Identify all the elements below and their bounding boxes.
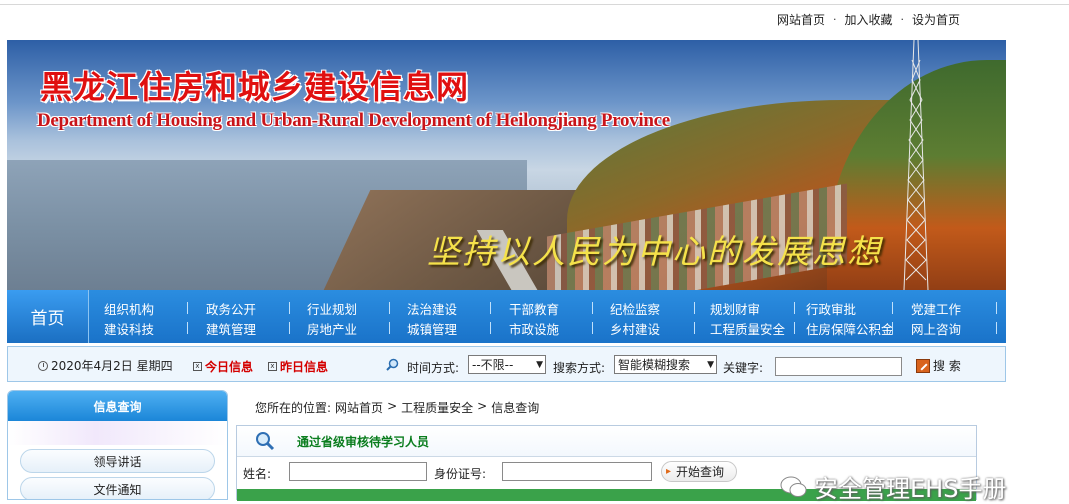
search-button[interactable]: 搜 索 (916, 357, 961, 374)
nav-item[interactable]: 政务公开 (206, 298, 256, 318)
nav-item[interactable]: 建设科技 (104, 318, 154, 338)
nav-item[interactable]: 行业规划 (307, 298, 357, 318)
search-mode-value: 智能模糊搜索 (618, 358, 691, 372)
search-button-label: 搜 索 (933, 359, 961, 373)
top-divider (0, 4, 1069, 5)
x-box-icon: x (193, 362, 202, 371)
name-label: 姓名: (243, 467, 272, 481)
nav-separator (187, 302, 188, 314)
nav-item[interactable]: 工程质量安全 (710, 318, 785, 338)
nav-separator (289, 302, 290, 314)
nav-item[interactable]: 党建工作 (911, 298, 961, 318)
panel-title: 通过省级审核待学习人员 (297, 434, 430, 449)
panel-header: 通过省级审核待学习人员 (237, 426, 976, 457)
nav-grid: 组织机构 政务公开 行业规划 法治建设 干部教育 纪检监察 规划财审 行政审批 党建工作建设科技… (89, 290, 1006, 343)
breadcrumb-home[interactable]: 网站首页 (335, 399, 383, 416)
nav-separator (694, 302, 695, 314)
x-box-icon: x (268, 362, 277, 371)
nav-item[interactable]: 行政审批 (806, 298, 856, 318)
nav-item[interactable]: 规划财审 (710, 298, 760, 318)
time-mode-label: 时间方式: (407, 361, 460, 375)
nav-separator (794, 322, 795, 334)
nav-separator (187, 322, 188, 334)
clock-icon (38, 360, 48, 371)
time-mode-value: --不限-- (472, 358, 514, 372)
nav-separator (892, 302, 893, 314)
nav-separator (389, 302, 390, 314)
sidebar-decoration (8, 421, 227, 445)
nav-item[interactable]: 市政设施 (509, 318, 559, 338)
magnifier-icon (256, 432, 275, 451)
nav-item[interactable]: 城镇管理 (407, 318, 457, 338)
sidebar-header: 信息查询 (8, 391, 227, 421)
link-set-homepage[interactable]: 设为首页 (912, 11, 960, 28)
nav-item[interactable]: 法治建设 (407, 298, 457, 318)
nav-item[interactable]: 建筑管理 (206, 318, 256, 338)
nav-item[interactable]: 组织机构 (104, 298, 154, 318)
sidebar-item-notices[interactable]: 文件通知 (20, 477, 215, 499)
search-mode-label: 搜索方式: (553, 361, 606, 375)
nav-home[interactable]: 首页 (7, 290, 89, 343)
wechat-icon (780, 476, 807, 497)
top-separator: · (833, 12, 837, 26)
nav-separator (794, 302, 795, 314)
info-search-bar: 2020年4月2日 星期四 x 今日信息 x 昨日信息 时间方式: --不限--… (7, 346, 1006, 382)
nav-separator (289, 322, 290, 334)
chevron-down-icon: ▼ (536, 360, 543, 370)
nav-separator (694, 322, 695, 334)
sidebar-info-query: 信息查询 领导讲话 文件通知 (7, 390, 228, 500)
nav-separator (592, 322, 593, 334)
keyword-input[interactable] (775, 357, 902, 376)
nav-item[interactable]: 乡村建设 (610, 318, 660, 338)
nav-separator (592, 302, 593, 314)
current-date: 2020年4月2日 星期四 (51, 359, 173, 373)
keyword-label: 关键字: (723, 361, 764, 375)
date-display: 2020年4月2日 星期四 (38, 357, 173, 374)
edit-pen-icon (916, 358, 930, 373)
search-mode-select[interactable]: 智能模糊搜索 ▼ (614, 355, 717, 374)
breadcrumb-current: 信息查询 (491, 401, 540, 415)
breadcrumb-sep: > (387, 399, 398, 413)
yesterday-info-link[interactable]: x 昨日信息 (268, 358, 328, 375)
nav-item[interactable]: 房地产业 (307, 318, 357, 338)
nav-separator (490, 302, 491, 314)
breadcrumb-prefix: 您所在的位置: (255, 401, 332, 415)
today-info-label: 今日信息 (205, 360, 254, 374)
site-title: 黑龙江住房和城乡建设信息网 (40, 68, 470, 106)
today-info-link[interactable]: x 今日信息 (193, 358, 253, 375)
nav-separator (996, 302, 997, 314)
nav-item[interactable]: 住房保障公积金 (806, 318, 894, 338)
radio-tower-icon (900, 40, 932, 290)
id-number-input[interactable] (502, 462, 652, 481)
top-separator: · (900, 12, 905, 26)
site-banner: 黑龙江住房和城乡建设信息网 Department of Housing and … (7, 40, 1006, 290)
name-input[interactable] (289, 462, 427, 481)
yesterday-info-label: 昨日信息 (280, 360, 329, 374)
chevron-down-icon: ▼ (707, 360, 714, 370)
nav-separator (996, 322, 997, 334)
search-icon (386, 358, 399, 371)
banner-slogan: 坚持以人民为中心的发展思想 (427, 232, 882, 271)
nav-separator (892, 322, 893, 334)
link-add-bookmark[interactable]: 加入收藏 (845, 11, 893, 28)
nav-item[interactable]: 纪检监察 (610, 298, 660, 318)
time-mode-select[interactable]: --不限-- ▼ (468, 355, 546, 374)
nav-item[interactable]: 网上咨询 (911, 318, 961, 338)
breadcrumb-section[interactable]: 工程质量安全 (401, 399, 473, 416)
sidebar-item-leader-speeches[interactable]: 领导讲话 (20, 449, 215, 473)
watermark: 安全管理EHS手册 (780, 469, 1006, 504)
start-query-button[interactable]: 开始查询 (661, 461, 738, 482)
site-subtitle: Department of Housing and Urban-Rural De… (37, 110, 670, 131)
nav-separator (490, 322, 491, 334)
breadcrumb-sep: > (477, 399, 488, 413)
nav-separator (389, 322, 390, 334)
main-nav: 首页 组织机构 政务公开 行业规划 法治建设 干部教育 纪检监察 规划财审 行政审批 党建工作建… (7, 290, 1006, 343)
watermark-text: 安全管理EHS手册 (814, 475, 1007, 503)
link-site-home[interactable]: 网站首页 (777, 11, 825, 28)
nav-item[interactable]: 干部教育 (509, 298, 559, 318)
breadcrumb: 您所在的位置: 网站首页 > 工程质量安全 > 信息查询 (255, 399, 539, 416)
top-links: 网站首页 · 加入收藏 · 设为首页 (777, 11, 960, 27)
id-number-label: 身份证号: (434, 467, 487, 481)
